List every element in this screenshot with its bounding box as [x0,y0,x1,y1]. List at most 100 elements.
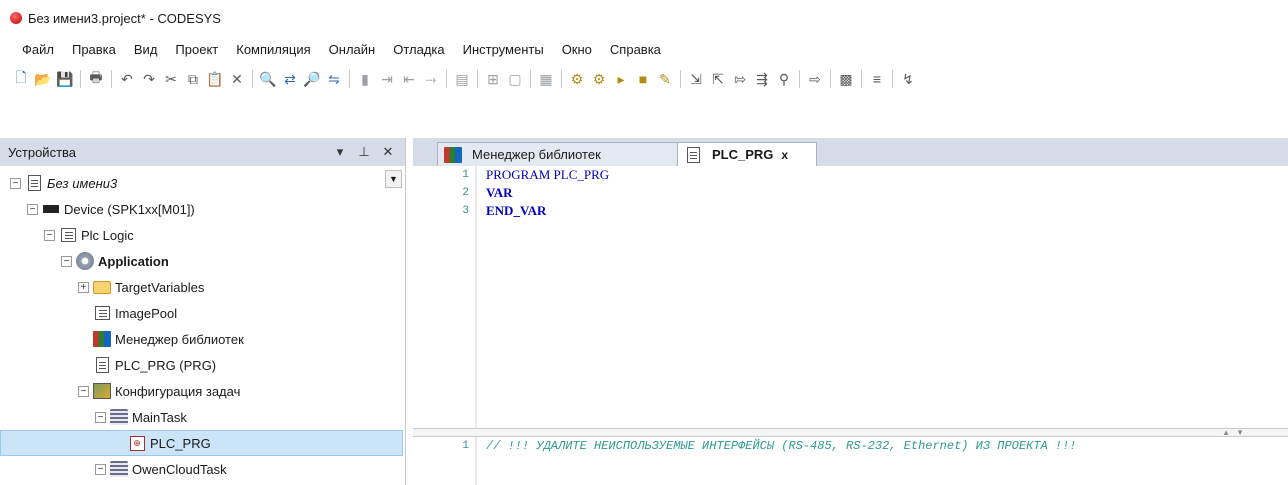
toolbar: 🗋 📂 💾 🖶 ↶ ↷ ✂ ⧉ 📋 ✕ 🔍 ⇄ 🔎 ⇋ ▮ ⇥ ⇤ ⤑ ▤ ⊞ ▢ ▦ ⚙ ⚙ ▸ ■ ✎ ⇲ ⇱ ⇰ ⇶ ⚲ ⇨ ▩ ≡ ↯ [0,62,1288,96]
tree-item[interactable]: − Без имени3 [0,170,405,196]
clipboard-icon[interactable]: ▤ [451,68,473,90]
menu-item[interactable]: Инструменты [454,42,553,57]
code-line[interactable]: // !!! УДАЛИТЕ НЕИСПОЛЬЗУЕМЫЕ ИНТЕРФЕЙСЫ… [486,437,1077,455]
application-icon [76,252,94,270]
menu-item[interactable]: Онлайн [320,42,385,57]
tree-item[interactable]: − Device (SPK1xx[M01]) [0,196,405,222]
tree-item[interactable]: − OwenCloudTask [0,456,405,482]
implementation-editor[interactable]: 1 // !!! УДАЛИТЕ НЕИСПОЛЬЗУЕМЫЕ ИНТЕРФЕЙ… [413,437,1288,485]
tree-item-label: PLC_PRG (PRG) [115,357,217,373]
add-object-icon[interactable]: ⊞ [482,68,504,90]
close-tab-icon[interactable]: x [781,148,788,162]
tree-item-label: TargetVariables [115,279,205,295]
force-value-icon[interactable]: ▩ [835,68,857,90]
tree-item[interactable]: + TargetVariables [0,274,405,300]
find-all-icon[interactable]: ⇋ [323,68,345,90]
step-into-icon[interactable]: ⇱ [707,68,729,90]
tree-item-label: Конфигурация задач [115,383,241,399]
menu-item[interactable]: Проект [166,42,227,57]
collapse-icon[interactable]: − [44,229,55,241]
menu-item[interactable]: Вид [125,42,167,57]
menu-item[interactable]: Отладка [384,42,453,57]
cut-icon[interactable]: ✂ [160,68,182,90]
unforce-icon[interactable]: ↯ [897,68,919,90]
redo-icon[interactable]: ↷ [138,68,160,90]
code-line[interactable]: PROGRAM PLC_PRG [486,166,609,184]
collapse-icon[interactable]: − [61,255,72,267]
find-icon[interactable]: 🔍 [257,68,279,90]
tree-item[interactable]: − MainTask [0,404,405,430]
call-stack-icon[interactable]: ⚲ [773,68,795,90]
toolbar-separator [111,70,112,88]
editor-area: Менеджер библиотек PLC_PRG x 1 2 3 PROGRAM P… [413,138,1288,485]
tab-label: Менеджер библиотек [472,147,601,162]
copy-icon[interactable]: ⧉ [182,68,204,90]
toolbar-separator [349,70,350,88]
delete-icon[interactable]: ✕ [226,68,248,90]
splitter-arrows-icon[interactable]: ▲▼ [1222,428,1250,437]
tab-label: PLC_PRG [712,147,774,162]
project-icon [25,174,43,192]
tree-item-label: Device (SPK1xx[M01]) [64,201,195,217]
reset-icon[interactable]: ✎ [654,68,676,90]
devices-panel-header: Устройства ▾ ⊥ ✕ [0,138,405,166]
menu-item[interactable]: Окно [553,42,601,57]
declaration-editor[interactable]: 1 2 3 PROGRAM PLC_PRG VAR END_VAR [413,166,1288,428]
collapse-icon[interactable]: − [95,411,106,423]
bookmark-clear-icon[interactable]: ⤑ [420,68,442,90]
new-object-icon[interactable]: ▢ [504,68,526,90]
trace-icon[interactable]: ≡ [866,68,888,90]
build-icon[interactable]: ▦ [535,68,557,90]
toolbar-separator [477,70,478,88]
toggle-breakpoint-icon[interactable]: ⇶ [751,68,773,90]
step-over-icon[interactable]: ⇲ [685,68,707,90]
logout-icon[interactable]: ⚙ [588,68,610,90]
tree-item[interactable]: − Конфигурация задач [0,378,405,404]
run-icon[interactable]: ▸ [610,68,632,90]
find-replace-icon[interactable]: ⇄ [279,68,301,90]
find-next-icon[interactable]: 🔎 [301,68,323,90]
editor-splitter[interactable]: ▲▼ [413,428,1288,437]
menu-item[interactable]: Файл [22,42,63,57]
tree-item[interactable]: ImagePool [0,300,405,326]
menu-item[interactable]: Справка [601,42,670,57]
tab-plc-prg[interactable]: PLC_PRG x [677,142,817,166]
bookmark-icon[interactable]: ▮ [354,68,376,90]
code-line[interactable]: VAR [486,184,609,202]
toolbar-separator [861,70,862,88]
menu-item[interactable]: Компиляция [227,42,319,57]
tree-item[interactable]: ⊕ PLC_PRG [0,430,403,456]
tree-item[interactable]: − Application [0,248,405,274]
bookmark-prev-icon[interactable]: ⇤ [398,68,420,90]
panel-menu-icon[interactable]: ▾ [331,144,349,160]
close-panel-icon[interactable]: ✕ [379,144,397,160]
collapse-icon[interactable]: − [10,177,21,189]
tab-library-manager[interactable]: Менеджер библиотек [437,142,687,166]
line-number: 1 [462,440,469,452]
tree-item[interactable]: − Plc Logic [0,222,405,248]
collapse-icon[interactable]: − [78,385,89,397]
pin-icon[interactable]: ⊥ [355,144,373,160]
write-value-icon[interactable]: ⇨ [804,68,826,90]
code-line[interactable]: END_VAR [486,202,609,220]
open-folder-icon[interactable]: 📂 [32,68,54,90]
print-icon[interactable]: 🖶 [85,68,107,90]
line-number-gutter-body: 1 [413,437,473,485]
paste-icon[interactable]: 📋 [204,68,226,90]
tree-item[interactable]: Менеджер библиотек [0,326,405,352]
collapse-icon[interactable]: − [95,463,106,475]
undo-icon[interactable]: ↶ [116,68,138,90]
bookmark-next-icon[interactable]: ⇥ [376,68,398,90]
login-icon[interactable]: ⚙ [566,68,588,90]
collapse-icon[interactable]: − [27,203,38,215]
menu-item[interactable]: Правка [63,42,125,57]
step-out-icon[interactable]: ⇰ [729,68,751,90]
stop-icon[interactable]: ■ [632,68,654,90]
tree-item[interactable]: PLC_PRG (PRG) [0,352,405,378]
save-icon[interactable]: 💾 [54,68,76,90]
new-file-icon[interactable]: 🗋 [10,68,32,90]
menu-bar: Файл Правка Вид Проект Компиляция Онлайн Отлад… [0,36,1288,62]
toolbar-separator [80,70,81,88]
expand-icon[interactable]: + [78,281,89,293]
toolbar-strip [0,96,1288,134]
